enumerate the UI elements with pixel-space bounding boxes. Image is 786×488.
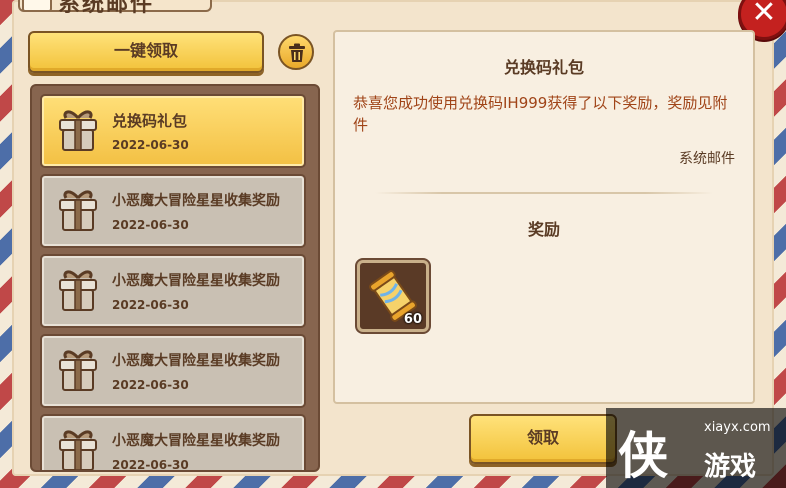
mail-item-date: 2022-06-30 xyxy=(112,138,189,152)
mail-list[interactable]: 兑换码礼包 2022-06-30 小恶魔大冒险星星收集奖励 2022-06-30 小恶魔… xyxy=(30,84,320,472)
close-icon: ✕ xyxy=(751,0,777,30)
gift-box-icon xyxy=(54,186,102,238)
mail-list-item[interactable]: 小恶魔大冒险星星收集奖励 2022-06-30 xyxy=(40,334,306,408)
mail-detail-title: 兑换码礼包 xyxy=(503,58,584,77)
gift-box-icon xyxy=(54,266,102,318)
gift-box-icon xyxy=(54,346,102,398)
watermark-logo: 侠 xyxy=(618,426,668,485)
mail-item-date: 2022-06-30 xyxy=(112,298,189,312)
gift-box-icon xyxy=(54,106,102,158)
mail-item-title: 小恶魔大冒险星星收集奖励 xyxy=(112,273,280,289)
envelope-icon xyxy=(22,0,52,12)
mail-list-item[interactable]: 小恶魔大冒险星星收集奖励 2022-06-30 xyxy=(40,414,306,472)
mail-detail-panel: 兑换码礼包 恭喜您成功使用兑换码IH999获得了以下奖励，奖励见附件 系统邮件 … xyxy=(333,30,755,404)
claim-all-button[interactable]: 一键领取 xyxy=(28,31,264,73)
mail-item-title: 小恶魔大冒险星星收集奖励 xyxy=(112,193,280,209)
mail-item-date: 2022-06-30 xyxy=(112,458,189,472)
mail-detail-body: 恭喜您成功使用兑换码IH999获得了以下奖励，奖励见附件 xyxy=(353,94,728,134)
trash-icon xyxy=(289,43,305,62)
window-title: 系统邮件 xyxy=(58,0,155,17)
mail-item-date: 2022-06-30 xyxy=(112,378,189,392)
claim-button[interactable]: 领取 xyxy=(469,414,617,464)
reward-quantity: 60 xyxy=(403,312,422,327)
divider xyxy=(375,192,713,194)
watermark-name: 游戏 xyxy=(704,452,757,482)
mail-item-title: 小恶魔大冒险星星收集奖励 xyxy=(112,433,280,449)
delete-button[interactable] xyxy=(278,34,314,70)
reward-item[interactable]: 60 xyxy=(357,260,429,332)
reward-header: 奖励 xyxy=(527,220,560,239)
mail-item-title: 小恶魔大冒险星星收集奖励 xyxy=(112,353,280,369)
mail-list-item[interactable]: 兑换码礼包 2022-06-30 xyxy=(40,94,306,168)
gift-box-icon xyxy=(54,426,102,470)
mail-sender: 系统邮件 xyxy=(679,151,735,167)
watermark-url: xiayx.com xyxy=(704,420,771,435)
mail-list-item[interactable]: 小恶魔大冒险星星收集奖励 2022-06-30 xyxy=(40,254,306,328)
mail-item-title: 兑换码礼包 xyxy=(112,112,188,130)
mail-item-date: 2022-06-30 xyxy=(112,218,189,232)
mail-list-item[interactable]: 小恶魔大冒险星星收集奖励 2022-06-30 xyxy=(40,174,306,248)
